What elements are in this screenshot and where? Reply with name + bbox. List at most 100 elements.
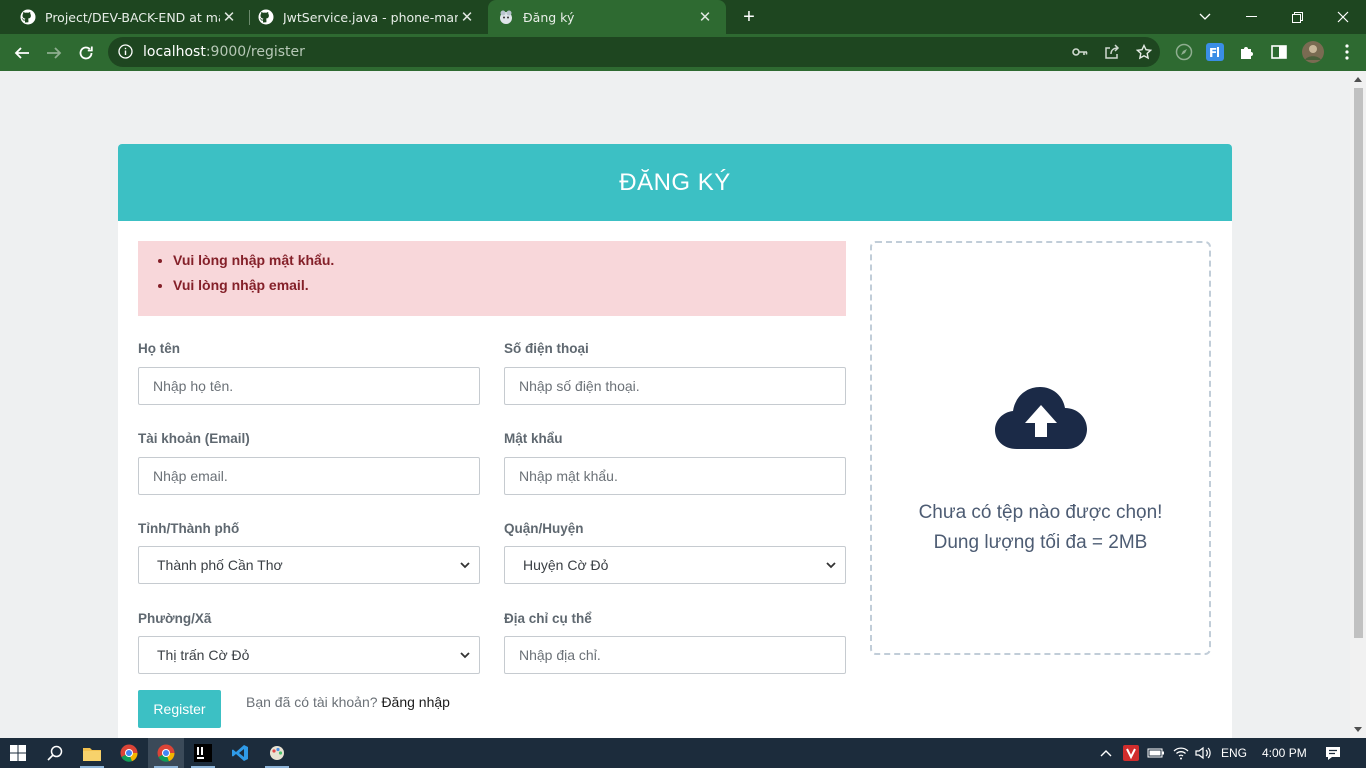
upload-status-text: Chưa có tệp nào được chọn! [918,502,1163,523]
language-indicator[interactable]: ENG [1221,738,1247,768]
windows-logo-icon [10,745,26,761]
back-button[interactable] [10,41,34,65]
password-label: Mật khẩu [504,431,563,446]
city-label: Tỉnh/Thành phố [138,521,240,536]
browser-toolbar: localhost:9000/register F [0,34,1366,71]
register-button[interactable]: Register [138,690,221,728]
page-title: ĐĂNG KÝ [619,168,731,196]
fullname-input[interactable]: Nhập họ tên. [138,367,480,405]
search-button[interactable] [37,738,73,768]
paint-icon [270,746,284,760]
taskbar-intellij[interactable] [185,738,221,768]
forward-button[interactable] [42,41,66,65]
tab-register[interactable]: Đăng ký ✕ [488,0,726,34]
bookmark-star-icon[interactable] [1134,43,1154,61]
taskbar-app[interactable] [259,738,295,768]
chrome-icon [157,744,175,762]
scroll-down-icon[interactable] [1354,727,1362,732]
start-button[interactable] [0,738,36,768]
error-message: Vui lòng nhập email. [173,277,846,293]
minimize-icon [1245,16,1257,17]
address-label: Địa chỉ cụ thể [504,611,592,626]
chevron-down-icon [826,562,836,569]
url-text: localhost:9000/register [143,44,305,60]
address-input[interactable]: Nhập địa chỉ. [504,636,846,674]
notifications-icon[interactable] [1325,738,1341,768]
clock[interactable]: 4:00 PM [1262,738,1307,768]
profile-avatar[interactable] [1301,40,1325,64]
svg-text:F: F [1209,46,1217,60]
github-icon [258,9,274,25]
restore-button[interactable] [1274,0,1320,34]
login-link[interactable]: Đăng nhập [381,694,450,710]
chevron-down-icon [460,562,470,569]
taskbar-vscode[interactable] [222,738,258,768]
puzzle-extensions-icon[interactable] [1237,42,1257,62]
page-scrollbar[interactable] [1350,71,1366,738]
fullname-label: Họ tên [138,341,180,356]
key-icon[interactable] [1070,43,1090,61]
chrome-icon [120,744,138,762]
avatar-upload-dropzone[interactable]: Chưa có tệp nào được chọn! Dung lượng tố… [870,241,1211,655]
restore-icon [1291,11,1303,23]
url-host: localhost [143,44,206,60]
district-label: Quận/Huyện [504,521,584,536]
browser-tab-bar: Project/DEV-BACK-END at main · ✕ JwtServ… [0,0,1366,34]
show-hidden-icons-button[interactable] [1100,738,1112,768]
district-select[interactable]: Huyện Cờ Đỏ [504,546,846,584]
side-panel-icon[interactable] [1269,42,1289,62]
phone-input[interactable]: Nhập số điện thoại. [504,367,846,405]
chevron-up-icon [1100,750,1112,757]
ward-label: Phường/Xã [138,611,212,626]
chevron-down-icon [460,652,470,659]
vscode-icon [232,745,248,761]
menu-kebab-icon[interactable] [1337,42,1357,62]
translate-extension-icon[interactable]: F [1205,42,1225,62]
info-icon[interactable] [118,44,133,64]
email-label: Tài khoản (Email) [138,431,250,446]
city-select[interactable]: Thành phố Cần Thơ [138,546,480,584]
card-header: ĐĂNG KÝ [118,144,1232,221]
github-icon [20,9,36,25]
close-icon[interactable]: ✕ [696,8,714,26]
email-input[interactable]: Nhập email. [138,457,480,495]
tray-vivaldi-icon[interactable] [1123,738,1139,768]
upload-size-limit-text: Dung lượng tối đa = 2MB [933,532,1148,553]
ward-selected-value: Thị trấn Cờ Đỏ [157,647,250,663]
login-prompt: Bạn đã có tài khoản? Đăng nhập [246,694,450,710]
taskbar-chrome-active[interactable] [148,738,184,768]
close-window-button[interactable] [1320,0,1366,34]
taskbar-file-explorer[interactable] [74,738,110,768]
windows-taskbar: ENG 4:00 PM [0,738,1366,768]
close-icon [1337,11,1349,23]
minimize-button[interactable] [1228,0,1274,34]
battery-icon[interactable] [1147,738,1165,768]
tab-github-project[interactable]: Project/DEV-BACK-END at main · ✕ [0,0,250,34]
upload-info: Chưa có tệp nào được chọn! Dung lượng tố… [872,498,1209,558]
share-icon[interactable] [1102,43,1122,61]
wifi-icon[interactable] [1173,738,1189,768]
tab-title: JwtService.java - phone-manager [283,9,458,25]
site-favicon-icon [498,9,514,25]
folder-icon [83,747,101,761]
new-tab-button[interactable]: + [737,5,761,29]
close-icon[interactable]: ✕ [220,8,238,26]
address-bar[interactable]: localhost:9000/register [108,37,1160,67]
scrollbar-thumb[interactable] [1354,88,1363,638]
ward-select[interactable]: Thị trấn Cờ Đỏ [138,636,480,674]
password-input[interactable]: Nhập mật khẩu. [504,457,846,495]
cloud-upload-icon [995,387,1087,449]
error-message: Vui lòng nhập mật khẩu. [173,252,846,268]
scroll-up-icon[interactable] [1354,77,1362,82]
tab-github-jwtservice[interactable]: JwtService.java - phone-manager ✕ [250,0,488,34]
city-selected-value: Thành phố Cần Thơ [157,557,283,573]
error-alert: Vui lòng nhập mật khẩu. Vui lòng nhập em… [138,241,846,316]
compass-extension-icon[interactable] [1174,42,1194,62]
reload-button[interactable] [74,41,98,65]
search-icon [47,745,63,761]
taskbar-chrome[interactable] [111,738,147,768]
login-prompt-text: Bạn đã có tài khoản? [246,694,378,710]
volume-icon[interactable] [1195,738,1211,768]
tab-search-button[interactable] [1182,0,1228,34]
close-icon[interactable]: ✕ [458,8,476,26]
